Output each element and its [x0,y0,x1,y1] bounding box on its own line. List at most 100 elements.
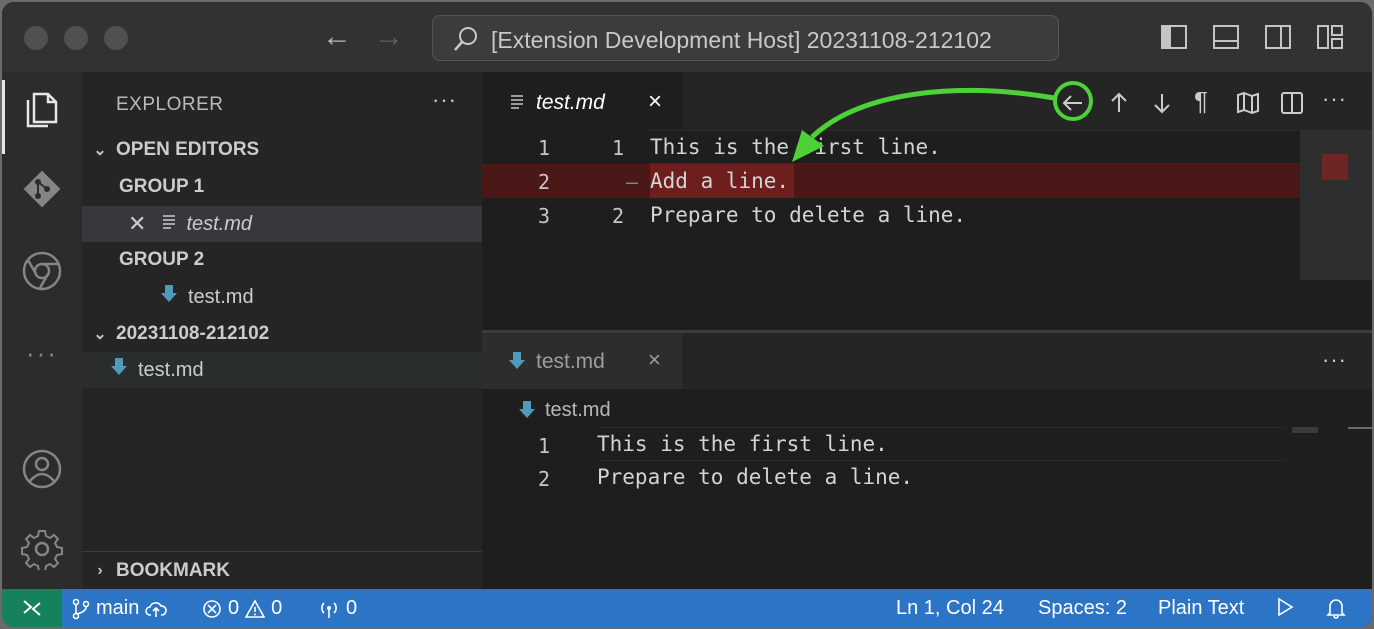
warning-count: 0 [271,597,283,619]
close-window-button[interactable] [24,26,48,50]
overview-removed-marker [1322,154,1348,180]
explorer-sidebar: EXPLORER ··· ⌄ OPEN EDITORS GROUP 1 ✕ te… [82,72,482,589]
arrow-down-icon[interactable] [1149,90,1175,121]
run-icon[interactable] [1276,597,1294,617]
sidebar-more-actions[interactable]: ··· [432,87,457,113]
editor2-tab-bar: test.md × ··· [482,333,1372,389]
accounts-activity[interactable] [2,436,82,506]
error-icon [203,599,221,618]
ports-count: 0 [346,597,358,619]
folder-section[interactable]: ⌄ 20231108-212102 [82,316,482,352]
minimize-window-button[interactable] [64,26,88,50]
diff-overview-ruler[interactable] [1300,130,1372,280]
zoom-window-button[interactable] [104,26,128,50]
editor2-more-actions[interactable]: ··· [1322,347,1347,373]
open-editors-label: OPEN EDITORS [116,139,260,160]
diff-line: 1 1 This is the first line. [482,130,1322,164]
diff-line-removed: 2 — Add a line. [482,164,1322,198]
bell-icon[interactable] [1326,597,1346,619]
group1-header: GROUP 1 [82,169,482,205]
language-mode[interactable]: Plain Text [1158,597,1244,620]
line-number: 1 [538,434,551,458]
bookmark-section[interactable]: › BOOKMARK [82,553,482,589]
forward-arrow-icon[interactable]: → [374,22,404,52]
code-line: Prepare to delete a line. [650,203,967,227]
close-icon[interactable]: × [648,88,662,116]
scrollbar[interactable] [1348,427,1372,429]
vscode-window: ← → [Extension Development Host] 2023110… [2,2,1372,627]
cloud-upload-icon [145,601,168,617]
arrow-up-icon[interactable] [1106,90,1132,121]
editor2-tab[interactable]: test.md × [482,333,682,389]
editor1-tab-bar: test.md × ¶ ··· [482,72,1372,130]
indentation-indicator[interactable]: Spaces: 2 [1038,597,1127,620]
breadcrumb[interactable]: test.md [545,399,611,422]
markdown-download-icon [508,351,526,376]
removed-marker: — [626,170,639,194]
search-text: [Extension Development Host] 20231108-21… [491,27,992,53]
editor2-tab-label: test.md [536,350,605,373]
ellipsis-icon: ··· [26,337,58,368]
open-editor-item-group2[interactable]: test.md [82,279,482,315]
map-icon[interactable] [1235,90,1261,121]
branch-indicator[interactable]: main [72,597,168,620]
whitespace-pilcrow-icon[interactable]: ¶ [1194,86,1208,117]
group2-header: GROUP 2 [82,242,482,278]
original-line-number: 3 [538,204,551,228]
gear-icon [21,528,63,575]
remote-explorer-activity[interactable] [2,238,82,308]
chevron-right-icon: › [97,562,103,579]
back-arrow-icon[interactable]: ← [322,22,352,52]
toggle-primary-sidebar-icon[interactable] [1160,23,1188,56]
chevron-down-icon: ⌄ [93,326,107,343]
code-line: Add a line. [650,169,790,193]
remote-indicator[interactable] [2,589,62,627]
line-number: 2 [538,467,551,491]
customize-layout-icon[interactable] [1316,23,1344,56]
editor1-more-actions[interactable]: ··· [1322,86,1347,112]
toggle-secondary-sidebar-icon[interactable] [1264,23,1292,56]
markdown-download-icon [518,400,536,425]
markdown-download-icon [110,357,128,383]
folder-filename: test.md [138,358,204,381]
minimap[interactable] [1292,427,1318,433]
text-editor[interactable]: test.md 1 This is the first line. 2 Prep… [482,389,1372,589]
problems-indicator[interactable]: 0 0 [202,597,282,620]
open-editor-item-group1[interactable]: ✕ test.md [82,206,482,242]
remote-icon [23,600,41,616]
previous-change-icon[interactable] [1060,90,1086,121]
close-icon[interactable]: × [648,347,661,373]
chevron-down-icon: ⌄ [93,142,107,159]
diff-line: 3 2 Prepare to delete a line. [482,198,1322,232]
ports-indicator[interactable]: 0 [318,597,357,620]
folder-file-item[interactable]: test.md [82,352,482,388]
group2-label: GROUP 2 [119,249,205,270]
editor1-tab-label: test.md [536,91,605,114]
command-center-search[interactable]: [Extension Development Host] 20231108-21… [432,15,1059,61]
text-file-icon [510,94,524,115]
original-line-number: 1 [538,136,551,160]
error-count: 0 [228,597,240,619]
close-icon[interactable]: ✕ [128,211,146,237]
open-editors-section[interactable]: ⌄ OPEN EDITORS [82,132,482,168]
files-icon [22,88,62,135]
editor1-tab[interactable]: test.md × [482,72,682,130]
account-icon [21,448,63,495]
manage-activity[interactable] [2,516,82,586]
code-line: This is the first line. [597,432,888,456]
cursor-position[interactable]: Ln 1, Col 24 [896,597,1004,620]
explorer-activity[interactable] [2,76,82,154]
status-bar: main 0 0 0 Ln 1, Col 24 Spaces: 2 Plain … [2,589,1372,627]
warning-icon [245,598,266,618]
modified-line-number: 2 [612,204,625,228]
bookmark-label: BOOKMARK [116,560,230,581]
source-control-activity[interactable] [2,156,82,226]
more-activity[interactable]: ··· [2,318,82,388]
folder-label: 20231108-212102 [116,323,270,344]
diff-editor[interactable]: 1 1 This is the first line. 2 — Add a li… [482,130,1372,330]
split-editor-icon[interactable] [1279,90,1305,121]
toggle-panel-icon[interactable] [1212,23,1240,56]
activity-bar: ··· [2,72,82,589]
original-line-number: 2 [538,170,551,194]
open-editor-filename: test.md [186,212,253,235]
